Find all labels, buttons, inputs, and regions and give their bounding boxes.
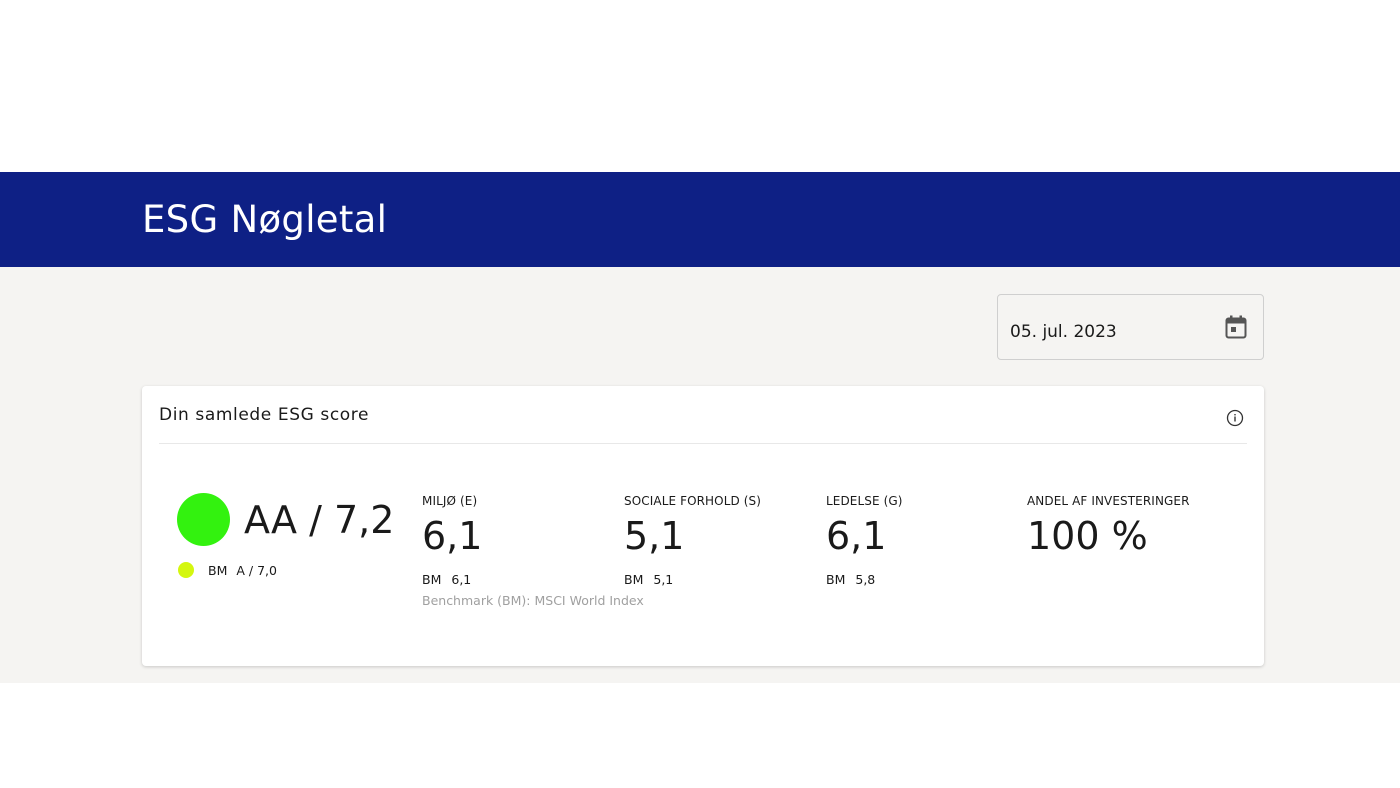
- main-content: 05. jul. 2023 Din samlede ESG score AA /…: [0, 267, 1400, 683]
- benchmark-label: BM: [826, 572, 846, 587]
- metric-investment-share: ANDEL AF INVESTERINGER 100 %: [1027, 494, 1247, 558]
- benchmark-value: A / 7,0: [236, 562, 277, 578]
- esg-score-card: Din samlede ESG score AA / 7,2 BM A / 7,…: [142, 386, 1264, 666]
- overall-rating-indicator: [177, 493, 230, 546]
- card-header: Din samlede ESG score: [159, 386, 1247, 444]
- metric-environment: MILJØ (E) 6,1 BM 6,1: [422, 494, 612, 587]
- page-title: ESG Nøgletal: [142, 198, 388, 241]
- card-title: Din samlede ESG score: [159, 404, 370, 425]
- overall-score: AA / 7,2: [244, 497, 395, 542]
- benchmark-label: BM: [624, 572, 644, 587]
- bottom-whitespace: [0, 683, 1400, 788]
- overall-benchmark: BM A / 7,0: [177, 562, 397, 578]
- benchmark-value: 5,8: [855, 572, 876, 587]
- metric-benchmark: BM 6,1: [422, 572, 612, 587]
- metric-benchmark: BM 5,8: [826, 572, 1016, 587]
- page-header: ESG Nøgletal: [0, 172, 1400, 267]
- metric-label: ANDEL AF INVESTERINGER: [1027, 494, 1190, 508]
- benchmark-value: 6,1: [451, 572, 472, 587]
- metric-label: SOCIALE FORHOLD (S): [624, 494, 762, 508]
- date-value[interactable]: 05. jul. 2023: [1010, 312, 1117, 342]
- benchmark-label: BM: [208, 562, 228, 578]
- metric-value: 6,1: [826, 514, 887, 558]
- benchmark-value: 5,1: [653, 572, 674, 587]
- metric-social: SOCIALE FORHOLD (S) 5,1 BM 5,1: [624, 494, 814, 587]
- metric-benchmark: BM 5,1: [624, 572, 814, 587]
- benchmark-label: BM: [422, 572, 442, 587]
- metric-label: LEDELSE (G): [826, 494, 903, 508]
- info-icon[interactable]: [1225, 408, 1245, 428]
- overall-score-block: AA / 7,2 BM A / 7,0: [177, 493, 397, 578]
- top-whitespace: [0, 0, 1400, 172]
- benchmark-note: Benchmark (BM): MSCI World Index: [422, 593, 644, 608]
- calendar-icon[interactable]: [1223, 314, 1249, 340]
- metric-value: 5,1: [624, 514, 685, 558]
- metric-value: 100 %: [1027, 514, 1148, 558]
- date-picker-field[interactable]: 05. jul. 2023: [997, 294, 1264, 360]
- metric-value: 6,1: [422, 514, 483, 558]
- metric-governance: LEDELSE (G) 6,1 BM 5,8: [826, 494, 1016, 587]
- benchmark-rating-indicator: [178, 562, 194, 578]
- metric-label: MILJØ (E): [422, 494, 478, 508]
